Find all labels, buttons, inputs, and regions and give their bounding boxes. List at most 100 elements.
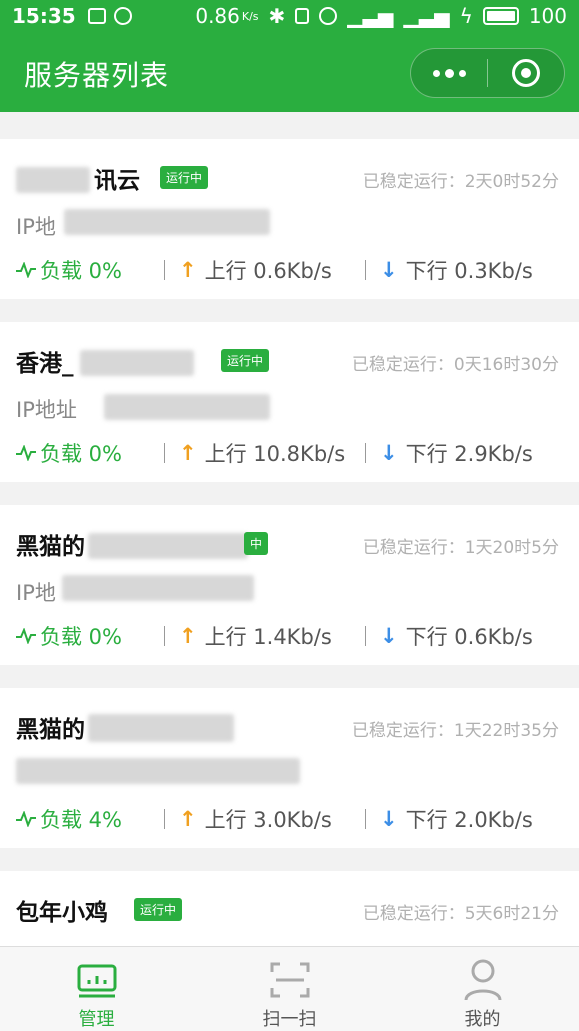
- server-stats: 负载 0% ↑ 上行 1.4Kb/s ↓ 下行 0.6Kb/s: [16, 621, 561, 651]
- chat-icon: [113, 7, 132, 25]
- download-value: 下行 0.3Kb/s: [405, 259, 533, 283]
- tab-manage[interactable]: 管理: [0, 947, 193, 1031]
- server-name: 香港_: [16, 351, 74, 377]
- mini-program-capsule: [410, 48, 565, 98]
- download-value: 下行 2.9Kb/s: [405, 442, 533, 466]
- upload-stat: ↑ 上行 0.6Kb/s: [165, 255, 365, 285]
- status-time: 15:35: [12, 4, 76, 28]
- load-value: 负载 4%: [40, 808, 122, 832]
- upload-stat: ↑ 上行 10.8Kb/s: [165, 438, 365, 468]
- load-stat: 负载 0%: [16, 438, 164, 468]
- status-bar: 15:35 0.86 K/s ✱ ▁▃▅ ▁▃▅ ϟ 100: [0, 0, 579, 32]
- load-stat: 负载 0%: [16, 621, 164, 651]
- tab-profile[interactable]: 我的: [386, 947, 579, 1031]
- arrow-up-icon: ↑: [179, 624, 197, 648]
- more-dot-icon: [458, 69, 466, 77]
- load-value: 负载 0%: [40, 442, 122, 466]
- download-value: 下行 0.6Kb/s: [405, 625, 533, 649]
- redacted-ip: [62, 575, 254, 601]
- tab-bar: 管理 扫一扫 我的: [0, 946, 579, 1031]
- scan-icon: [270, 955, 310, 1005]
- server-uptime: 已稳定运行：1天20时5分: [362, 538, 559, 558]
- user-icon: [463, 955, 503, 1005]
- upload-stat: ↑ 上行 1.4Kb/s: [165, 621, 365, 651]
- tab-scan[interactable]: 扫一扫: [193, 947, 386, 1031]
- hotspot-icon: [87, 8, 106, 24]
- tab-label: 我的: [464, 1009, 501, 1030]
- pulse-icon: [16, 262, 36, 278]
- dashboard-icon: [77, 955, 117, 1005]
- charging-icon: ϟ: [459, 4, 473, 28]
- more-dot-icon: [444, 68, 454, 78]
- arrow-up-icon: ↑: [179, 441, 197, 465]
- tab-label: 扫一扫: [262, 1009, 317, 1030]
- arrow-up-icon: ↑: [179, 807, 197, 831]
- server-name: 包年小鸡: [16, 900, 108, 926]
- upload-value: 上行 10.8Kb/s: [204, 442, 346, 466]
- redacted-ip: [16, 758, 300, 784]
- server-uptime: 已稳定运行：2天0时52分: [362, 172, 559, 192]
- signal-4g-icon: ▁▃▅: [403, 4, 450, 28]
- tab-label: 管理: [78, 1009, 115, 1030]
- battery-level: 100: [528, 4, 567, 28]
- load-stat: 负载 0%: [16, 255, 164, 285]
- server-stats: 负载 0% ↑ 上行 0.6Kb/s ↓ 下行 0.3Kb/s: [16, 255, 561, 285]
- arrow-down-icon: ↓: [380, 441, 398, 465]
- redacted-name: [88, 533, 248, 559]
- server-card[interactable]: 讯云 运行中 已稳定运行：2天0时52分 IP地 负载 0% ↑ 上行 0.6K…: [0, 139, 579, 299]
- server-card[interactable]: 香港_ 运行中 已稳定运行：0天16时30分 IP地址 负载 0% ↑ 上行 1…: [0, 322, 579, 482]
- server-card[interactable]: 黑猫的 中 已稳定运行：1天20时5分 IP地 负载 0% ↑ 上行 1.4Kb…: [0, 505, 579, 665]
- arrow-down-icon: ↓: [380, 258, 398, 282]
- pulse-icon: [16, 811, 36, 827]
- status-badge: 中: [244, 532, 269, 555]
- more-button[interactable]: [411, 49, 487, 97]
- status-badge: 运行中: [134, 898, 183, 921]
- load-stat: 负载 4%: [16, 804, 164, 834]
- pulse-icon: [16, 445, 36, 461]
- redacted-name: [88, 714, 234, 742]
- download-stat: ↓ 下行 2.9Kb/s: [366, 438, 533, 468]
- download-stat: ↓ 下行 2.0Kb/s: [366, 804, 533, 834]
- server-ip: IP地址: [16, 398, 77, 422]
- network-speed-unit: K/s: [241, 9, 259, 23]
- server-ip: IP地: [16, 215, 56, 239]
- pulse-icon: [16, 628, 36, 644]
- vibrate-icon: [295, 8, 310, 24]
- upload-value: 上行 3.0Kb/s: [204, 808, 332, 832]
- server-stats: 负载 4% ↑ 上行 3.0Kb/s ↓ 下行 2.0Kb/s: [16, 804, 561, 834]
- alarm-icon: [319, 7, 338, 25]
- redacted-ip: [64, 209, 270, 235]
- server-ip: IP地: [16, 581, 56, 605]
- arrow-down-icon: ↓: [380, 624, 398, 648]
- download-stat: ↓ 下行 0.6Kb/s: [366, 621, 533, 651]
- server-name: 黑猫的: [16, 717, 85, 743]
- load-value: 负载 0%: [40, 259, 122, 283]
- download-value: 下行 2.0Kb/s: [405, 808, 533, 832]
- page-title: 服务器列表: [24, 59, 170, 92]
- arrow-down-icon: ↓: [380, 807, 398, 831]
- more-dot-icon: [432, 69, 440, 77]
- close-button[interactable]: [488, 49, 564, 97]
- redacted-name: [80, 350, 194, 376]
- upload-stat: ↑ 上行 3.0Kb/s: [165, 804, 365, 834]
- download-stat: ↓ 下行 0.3Kb/s: [366, 255, 533, 285]
- nav-bar: 服务器列表: [0, 32, 579, 112]
- server-uptime: 已稳定运行：5天6时21分: [362, 904, 559, 924]
- upload-value: 上行 1.4Kb/s: [204, 625, 332, 649]
- network-speed: 0.86: [195, 4, 240, 28]
- signal-icon: ▁▃▅: [347, 4, 394, 28]
- upload-value: 上行 0.6Kb/s: [204, 259, 332, 283]
- redacted-ip: [104, 394, 270, 420]
- server-name: 黑猫的: [16, 534, 85, 560]
- status-badge: 运行中: [221, 349, 270, 372]
- redacted-name: [16, 167, 90, 193]
- server-card[interactable]: 黑猫的 已稳定运行：1天22时35分 负载 4% ↑ 上行 3.0Kb/s ↓ …: [0, 688, 579, 848]
- target-icon: [511, 59, 540, 87]
- server-uptime: 已稳定运行：0天16时30分: [351, 355, 559, 375]
- server-stats: 负载 0% ↑ 上行 10.8Kb/s ↓ 下行 2.9Kb/s: [16, 438, 561, 468]
- server-uptime: 已稳定运行：1天22时35分: [351, 721, 559, 741]
- bluetooth-icon: ✱: [268, 4, 286, 28]
- load-value: 负载 0%: [40, 625, 122, 649]
- server-name: 讯云: [94, 168, 140, 194]
- arrow-up-icon: ↑: [179, 258, 197, 282]
